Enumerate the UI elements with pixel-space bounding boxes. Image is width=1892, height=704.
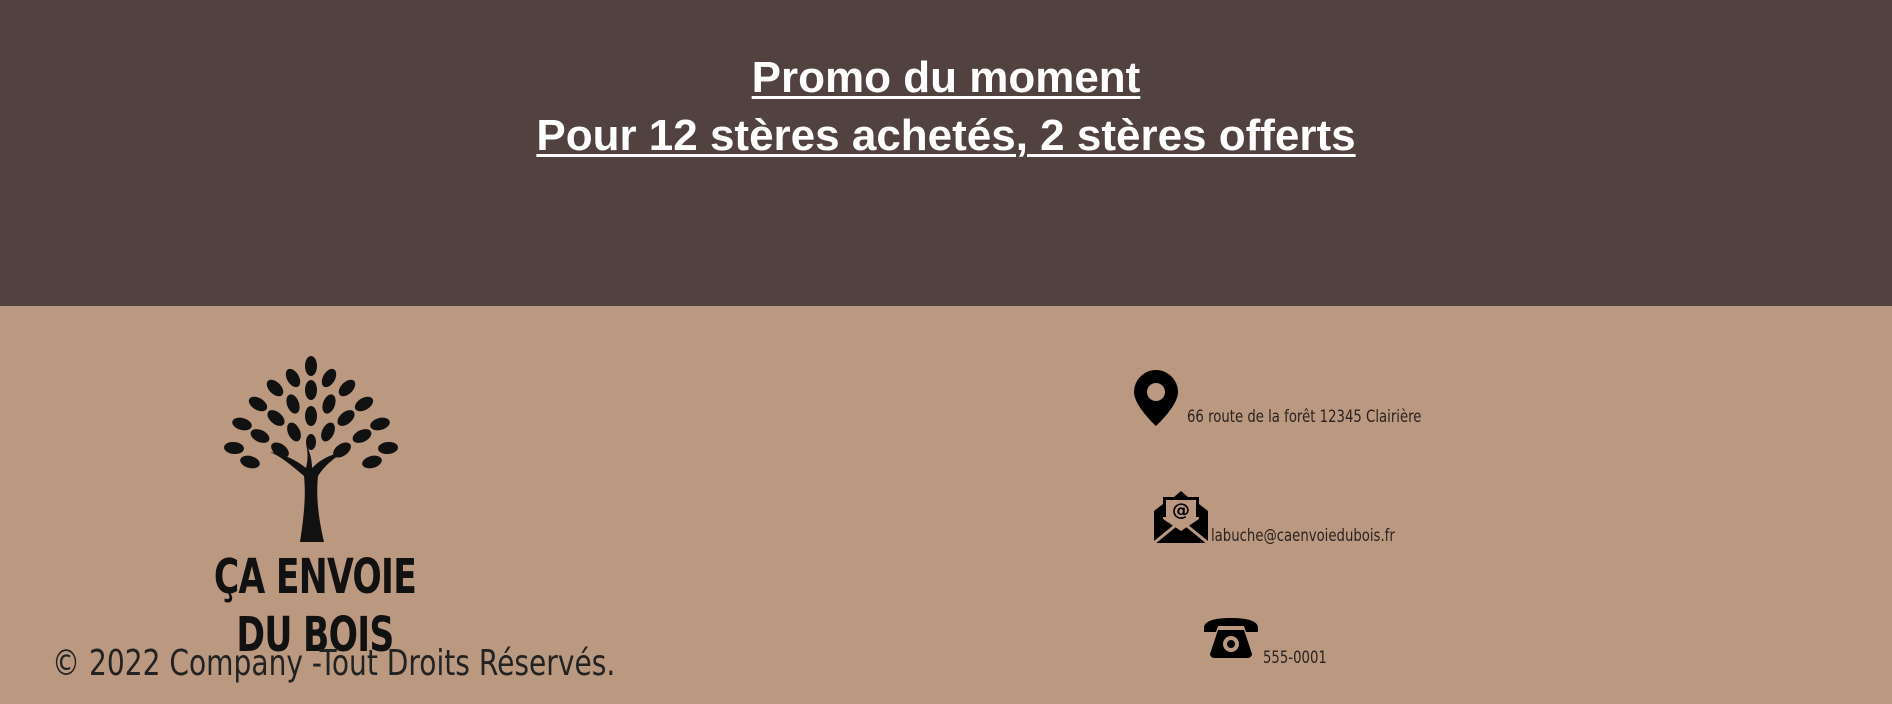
promo-offer: Pour 12 stères achetés, 2 stères offerts	[536, 111, 1356, 160]
contact-address: 66 route de la forêt 12345 Clairière	[1187, 407, 1422, 427]
envelope-at-icon: @	[1154, 491, 1208, 543]
tree-logo-icon	[224, 356, 398, 542]
copyright-notice: © 2022 Company -Tout Droits Réservés.	[52, 643, 616, 684]
site-footer: ÇA ENVOIE DU BOIS © 2022 Company -Tout D…	[0, 306, 1892, 704]
contact-phone[interactable]: 555-0001	[1263, 647, 1327, 669]
contact-email[interactable]: labuche@caenvoiedubois.fr	[1211, 525, 1395, 547]
promo-title: Promo du moment	[751, 53, 1141, 102]
map-pin-icon	[1134, 370, 1178, 426]
svg-text:@: @	[1172, 500, 1190, 521]
promo-banner: Promo du moment Pour 12 stères achetés, …	[0, 0, 1892, 306]
telephone-icon	[1204, 618, 1258, 658]
